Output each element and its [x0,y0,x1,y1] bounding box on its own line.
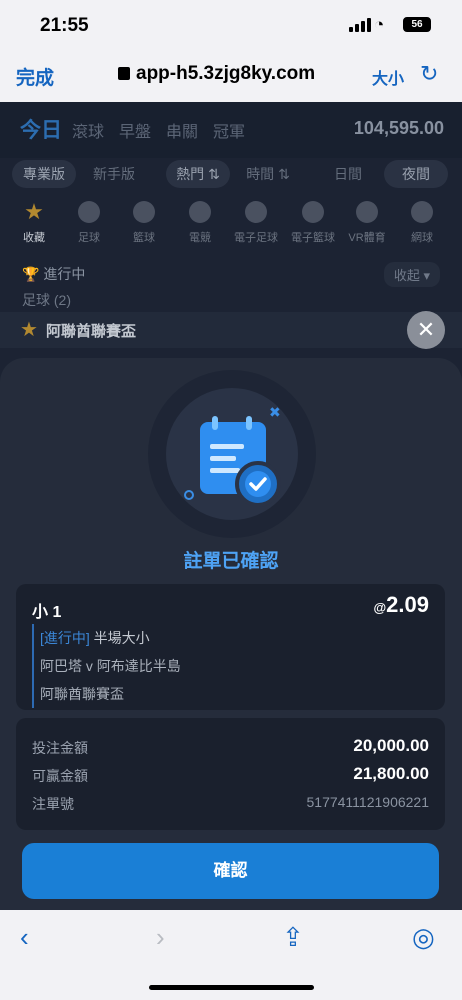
sport-label: 電子足球 [234,232,278,244]
forward-icon[interactable]: › [156,922,165,953]
tab-early[interactable]: 早盤 [119,118,151,142]
league-name: 阿聯酋聯賽盃 [40,686,124,702]
vr-icon [356,201,378,223]
odds-prefix: @ [373,600,387,615]
chip-pro[interactable]: 專業版 [12,160,76,188]
win-value: 21,800.00 [353,764,429,783]
back-icon[interactable]: ‹ [20,922,29,953]
selection-label: 小 1 [32,604,62,621]
sport-label: 電子籃球 [291,232,335,244]
tab-outright[interactable]: 冠軍 [213,118,245,142]
home-indicator [149,985,314,990]
sport-basketball[interactable]: 籃球 [114,198,174,246]
collapse-button[interactable]: 收起 ▾ [383,262,440,287]
ticket-row: 注單號 5177411121906221 [32,794,429,814]
stake-row: 投注金額 20,000.00 [32,736,429,758]
battery-icon: 56 [403,17,431,32]
chip-hot[interactable]: 熱門 ⇅ [166,160,230,188]
basketball-icon [133,201,155,223]
sport-label: 電競 [189,232,211,244]
nba2k-icon [302,201,324,223]
stake-label: 投注金額 [32,740,88,756]
confirmed-illustration: ✖ [148,370,316,538]
odds-number: 2.09 [386,592,429,617]
star-icon[interactable]: ★ [20,317,38,342]
top-nav: 今日 滾球 早盤 串關 冠軍 104,595.00 [0,102,462,158]
decor-x-icon: ✖ [269,404,281,420]
url-text: app-h5.3zjg8ky.com [136,63,316,84]
sport-label: 網球 [411,232,433,244]
bet-amount-card: 投注金額 20,000.00 可贏金額 21,800.00 注單號 517741112… [16,718,445,830]
gamepad-icon [189,201,211,223]
chip-time[interactable]: 時間 ⇅ [236,160,300,188]
tab-live[interactable]: 滾球 [72,118,104,142]
sport-soccer[interactable]: 足球 [59,198,119,246]
address-bar[interactable]: app-h5.3zjg8ky.com [118,63,315,85]
chip-time-label: 時間 [246,166,275,182]
live-text: 進行中 [43,266,86,282]
lock-icon [118,67,130,80]
sport-efootball[interactable]: 電子足球 [226,198,286,246]
text-size-button[interactable]: 大小 [372,65,404,89]
sport-label: VR體育 [348,232,386,244]
chip-day[interactable]: 日間 [316,160,380,188]
confirmation-title: 註單已確認 [183,551,279,572]
done-button[interactable]: 完成 [16,63,54,90]
share-icon[interactable]: ⇪ [282,922,304,953]
sport-vr[interactable]: VR體育 [337,198,397,246]
live-label: 🏆 進行中 [22,266,86,282]
ticket-label: 注單號 [32,796,74,812]
live-section-header: 🏆 進行中 收起 ▾ [0,260,462,288]
market-line: [進行中] 半場大小 [40,624,181,652]
collapse-label: 收起 [393,268,420,283]
clock: 21:55 [40,15,89,36]
chip-night[interactable]: 夜間 [384,160,448,188]
bet-confirmation-sheet: ✖ 註單已確認 小 1 @2.09 [進行中] 半場大小 阿巴塔 v 阿布達比半… [0,358,462,910]
sport-esports[interactable]: 電競 [170,198,230,246]
match-name: 阿巴塔 v 阿布達比半島 [40,658,181,674]
sport-ebasketball[interactable]: 電子籃球 [283,198,343,246]
ticket-number: 5177411121906221 [306,794,430,810]
league-name: 阿聯酋聯賽盃 [46,323,137,340]
stake-value: 20,000.00 [353,736,429,755]
league-row[interactable]: ★ 阿聯酋聯賽盃 [0,312,462,348]
star-icon: ★ [24,199,44,224]
tab-today[interactable]: 今日 [20,114,62,144]
sport-label: 足球 [78,232,100,244]
tennis-icon [411,201,433,223]
compass-icon[interactable]: ◎ [412,922,435,953]
sport-label: 收藏 [23,232,45,244]
wifi-icon: ◔ [374,15,385,34]
browser-bar: 完成 app-h5.3zjg8ky.com 大小 ↻ [0,52,462,102]
filter-bar: 專業版 新手版 熱門 ⇅ 時間 ⇅ 日間 夜間 [0,160,462,190]
bet-selection-card: 小 1 @2.09 [進行中] 半場大小 阿巴塔 v 阿布達比半島 阿聯酋聯賽盃 [16,584,445,710]
chip-hot-label: 熱門 [176,166,205,182]
sport-label: 籃球 [133,232,155,244]
balance: 104,595.00 [353,118,444,138]
confirm-button[interactable]: 確認 [22,843,439,899]
sport-selector: ★ 收藏 足球 籃球 電競 電子足球 電子籃球 VR體育 網球 [0,198,462,254]
status-tag: [進行中] [40,630,90,646]
bet-details: [進行中] 半場大小 阿巴塔 v 阿布達比半島 阿聯酋聯賽盃 [32,624,181,708]
tab-parlay[interactable]: 串關 [166,118,198,142]
odds-value: @2.09 [373,592,429,618]
decor-dot [184,490,194,500]
win-row: 可贏金額 21,800.00 [32,764,429,786]
fifa-icon [245,201,267,223]
reload-icon[interactable]: ↻ [420,61,438,87]
signal-icon [349,18,371,32]
market-name: 半場大小 [93,630,150,646]
win-label: 可贏金額 [32,768,88,784]
sport-favorites[interactable]: ★ 收藏 [4,198,64,246]
sport-group-label: 足球 (2) [22,292,71,308]
status-bar: 21:55 ◔ 56 [0,0,462,52]
sport-tennis[interactable]: 網球 [392,198,452,246]
close-icon[interactable]: ✕ [407,311,445,349]
chip-beginner[interactable]: 新手版 [82,160,146,188]
soccer-icon [78,201,100,223]
